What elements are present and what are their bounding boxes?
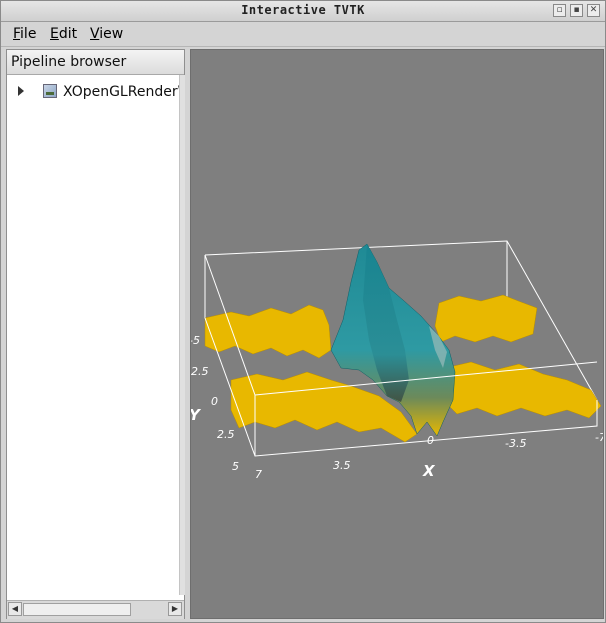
- tree-node-renderer[interactable]: XOpenGLRenderW: [7, 82, 184, 102]
- y-tick-label: -2.5: [191, 365, 208, 378]
- y-axis-label: Y: [191, 406, 202, 424]
- surface-back-right: [434, 294, 538, 343]
- vertical-scrollbar[interactable]: [179, 75, 185, 595]
- menu-file[interactable]: File: [11, 25, 38, 43]
- render-window-icon: [43, 84, 57, 98]
- app-window: Interactive TVTK ▫ ▪ ✕ File Edit View Pi…: [0, 0, 606, 623]
- horizontal-scrollbar[interactable]: ◀ ▶: [7, 600, 184, 619]
- x-tick-label: 7: [255, 468, 262, 481]
- y-tick-label: 5: [232, 460, 239, 473]
- menu-view[interactable]: View: [88, 25, 125, 43]
- x-axis-label: X: [422, 462, 436, 480]
- menu-view-accel: V: [90, 26, 100, 42]
- minimize-button[interactable]: ▫: [553, 4, 566, 17]
- surface-back-left: [204, 304, 332, 359]
- render-viewport[interactable]: -5 -2.5 0 2.5 5 Y 7 3.5 0 -3.5 -7 X: [190, 49, 604, 619]
- menu-edit-accel: E: [50, 26, 59, 42]
- close-button[interactable]: ✕: [587, 4, 600, 17]
- menu-edit-label: dit: [58, 26, 78, 42]
- x-axis: 7 3.5 0 -3.5 -7 X: [255, 431, 603, 481]
- menu-view-label: iew: [99, 26, 124, 42]
- x-tick-label: -3.5: [505, 437, 526, 450]
- x-tick-label: 0: [427, 434, 434, 447]
- y-tick-label: -5: [191, 334, 200, 347]
- pipeline-browser-header[interactable]: Pipeline browser: [7, 50, 184, 75]
- maximize-button[interactable]: ▪: [570, 4, 583, 17]
- menu-file-accel: F: [13, 26, 21, 42]
- expand-arrow-icon[interactable]: [18, 86, 24, 96]
- menu-edit[interactable]: Edit: [48, 25, 79, 43]
- title-bar[interactable]: Interactive TVTK ▫ ▪ ✕: [1, 1, 605, 22]
- x-tick-label: -7: [595, 431, 603, 444]
- scrollbar-thumb[interactable]: [23, 603, 131, 616]
- menu-bar: File Edit View: [1, 22, 605, 47]
- menu-file-label: ile: [20, 26, 37, 42]
- scroll-left-arrow-icon[interactable]: ◀: [8, 602, 22, 616]
- pipeline-browser-panel: Pipeline browser XOpenGLRenderW ◀ ▶: [6, 49, 185, 619]
- scroll-right-arrow-icon[interactable]: ▶: [168, 602, 182, 616]
- scene-3d[interactable]: -5 -2.5 0 2.5 5 Y 7 3.5 0 -3.5 -7 X: [191, 50, 603, 618]
- window-title: Interactive TVTK: [241, 3, 365, 17]
- y-tick-label: 0: [211, 395, 218, 408]
- y-tick-label: 2.5: [217, 428, 235, 441]
- x-tick-label: 3.5: [333, 459, 351, 472]
- surface-front-right: [442, 361, 602, 419]
- tree-node-label: XOpenGLRenderW: [63, 84, 184, 100]
- pipeline-browser-title: Pipeline browser: [11, 54, 127, 70]
